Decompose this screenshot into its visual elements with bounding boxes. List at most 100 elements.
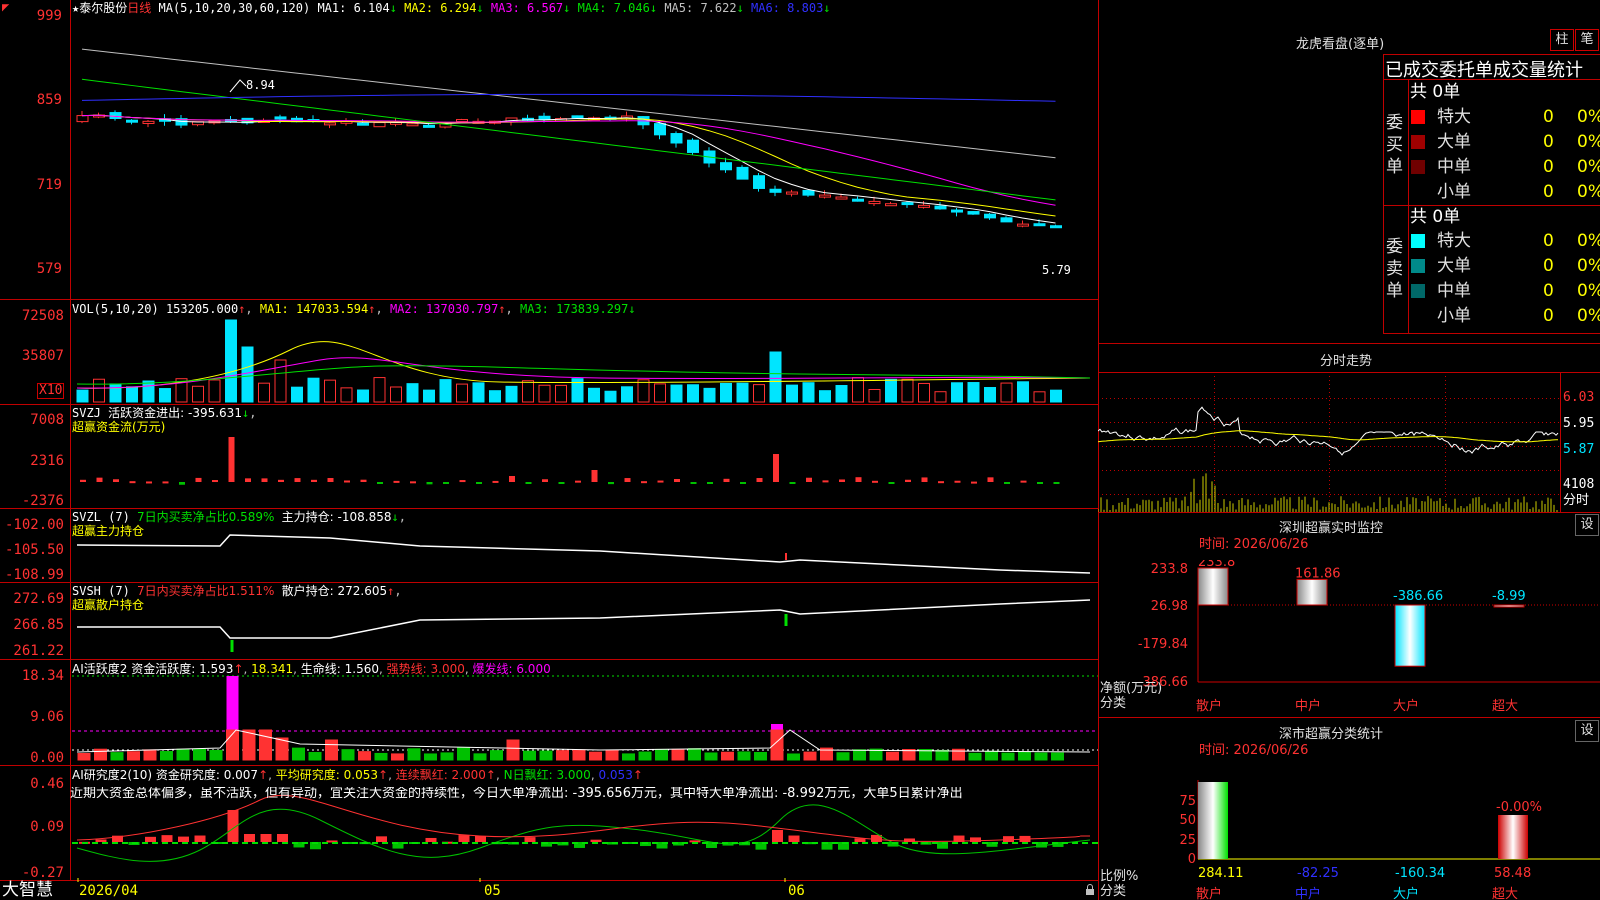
candle [769, 188, 782, 193]
period-label[interactable]: 日线 [127, 1, 151, 15]
ai-active-bar [292, 747, 305, 761]
candle [852, 198, 864, 202]
ai-research-value: 资金研究度: 0.007 [155, 768, 259, 782]
flow-bar [624, 478, 631, 482]
research-bar [425, 837, 437, 842]
volume-bar [835, 385, 848, 403]
volume-bar [802, 382, 815, 403]
candle [571, 115, 584, 119]
sz-monitor-bar [1394, 604, 1426, 667]
lhb-tabs[interactable]: 已成交委托单成交量统计 [1385, 56, 1583, 82]
sz-monitor-bar-value: -8.99 [1492, 589, 1526, 604]
flow-bar [525, 482, 532, 484]
sell-row-pct: 0% [1577, 256, 1600, 276]
ai-active-bar [638, 751, 652, 761]
ai-active-bar [407, 748, 421, 761]
vol-ma2: MA2: 137030.797 [389, 302, 499, 316]
candle [357, 122, 369, 126]
svzl-tick-2: -105.50 [4, 542, 64, 558]
sz-class-chart: 75 50 25 0 -0.00% 284.11 散户 -82.25 中户 -160.34 大户 58… [1100, 780, 1600, 900]
time-axis-ticks [77, 878, 786, 882]
sz-class-settings-button[interactable]: 设 [1575, 720, 1599, 742]
flow-bar [542, 479, 548, 482]
candle [868, 200, 881, 205]
flow-bar [492, 480, 499, 483]
flow-bar [1037, 482, 1043, 484]
candle [984, 213, 996, 219]
volume-bar [423, 389, 435, 403]
research-bar [244, 834, 255, 842]
sz-class-category: 超大 [1492, 887, 1518, 900]
volume-bar [687, 384, 699, 403]
svsh-tick-1: 272.69 [13, 591, 64, 607]
volume-bar [439, 379, 452, 403]
ma5-arrow: ↓ [736, 1, 744, 15]
candle [1017, 223, 1029, 227]
svsh-arrow: ↑ [387, 584, 395, 598]
volume-bar [390, 386, 402, 403]
flow-bar [96, 477, 103, 482]
volume-bar [736, 382, 749, 403]
intraday-unit: 分时 [1563, 493, 1590, 508]
ai-active-bar [391, 753, 404, 761]
sz-monitor-bar [1493, 604, 1525, 608]
lock-icon[interactable] [1085, 884, 1095, 895]
research-bar [524, 837, 536, 842]
kline-chart-area[interactable] [0, 0, 1098, 900]
research-bar [458, 835, 470, 842]
ai-active-bar [160, 751, 173, 761]
stroke-view-button[interactable]: 笔 [1575, 29, 1599, 51]
sz-monitor-ylabel: 净额(万元) [1100, 681, 1162, 696]
ai-research-tick-1: 0.46 [30, 776, 64, 792]
sell-1-color-swatch [1411, 259, 1425, 273]
volume-bar [208, 379, 221, 403]
candle [324, 122, 336, 126]
flow-bar [839, 479, 845, 482]
flow-bar [822, 480, 829, 483]
research-bar [376, 836, 387, 842]
candle [1000, 217, 1013, 223]
ma-line-2 [81, 114, 1056, 217]
app-logo[interactable]: 大智慧 [2, 881, 53, 900]
vol-ma3: MA3: 173839.297 [520, 302, 629, 316]
svzl-tick-3: -108.99 [4, 567, 64, 583]
ai-active-bar [127, 751, 140, 761]
stock-name[interactable]: 泰尔股份 [79, 1, 127, 15]
volume-bar [951, 382, 963, 403]
sz-monitor-bar [1296, 578, 1328, 606]
ai-active-bar [935, 749, 949, 761]
ai-research-label: AI研究度2(10) [72, 768, 153, 782]
ai-active-bar [1034, 752, 1048, 761]
ai-strong-line: 强势线: 3.000 [386, 662, 465, 676]
volume-bar [984, 387, 996, 403]
volume-bar [324, 379, 336, 403]
sz-monitor-title: 深圳超赢实时监控 [1279, 521, 1384, 536]
volume-bar [406, 383, 419, 403]
ma-line-5 [81, 48, 1056, 159]
buy-row-pct: 0% [1577, 157, 1600, 177]
candle [423, 124, 435, 128]
sz-monitor-settings-button[interactable]: 设 [1575, 514, 1599, 536]
buy-row-name: 大单 [1437, 132, 1471, 152]
column-view-button[interactable]: 柱 [1550, 29, 1574, 51]
ai-active-bar [259, 729, 272, 761]
intraday-chart[interactable] [1098, 372, 1560, 512]
buy-row-count: 0 [1543, 132, 1554, 152]
ai-active-v2: 18.341 [251, 662, 294, 676]
intraday-price-line [1098, 406, 1559, 456]
sz-monitor-bar-value: -386.66 [1393, 589, 1443, 604]
candle [1033, 223, 1046, 227]
flow-bar [657, 480, 664, 483]
svzl-ratio: 7日内买卖净占比0.589% [137, 510, 275, 524]
sz-class-xlabel: 分类 [1100, 884, 1126, 899]
flow-bar [327, 478, 334, 482]
volume-bar [307, 377, 320, 403]
sell-row-count: 0 [1543, 281, 1554, 301]
ma6-arrow: ↓ [823, 1, 831, 15]
flow-bar [113, 479, 119, 482]
volume-bar [753, 384, 765, 403]
flow-bar [410, 481, 416, 484]
sell-row-name: 大单 [1437, 256, 1471, 276]
candle [736, 166, 749, 180]
buy-side-label: 委买单 [1386, 113, 1403, 177]
